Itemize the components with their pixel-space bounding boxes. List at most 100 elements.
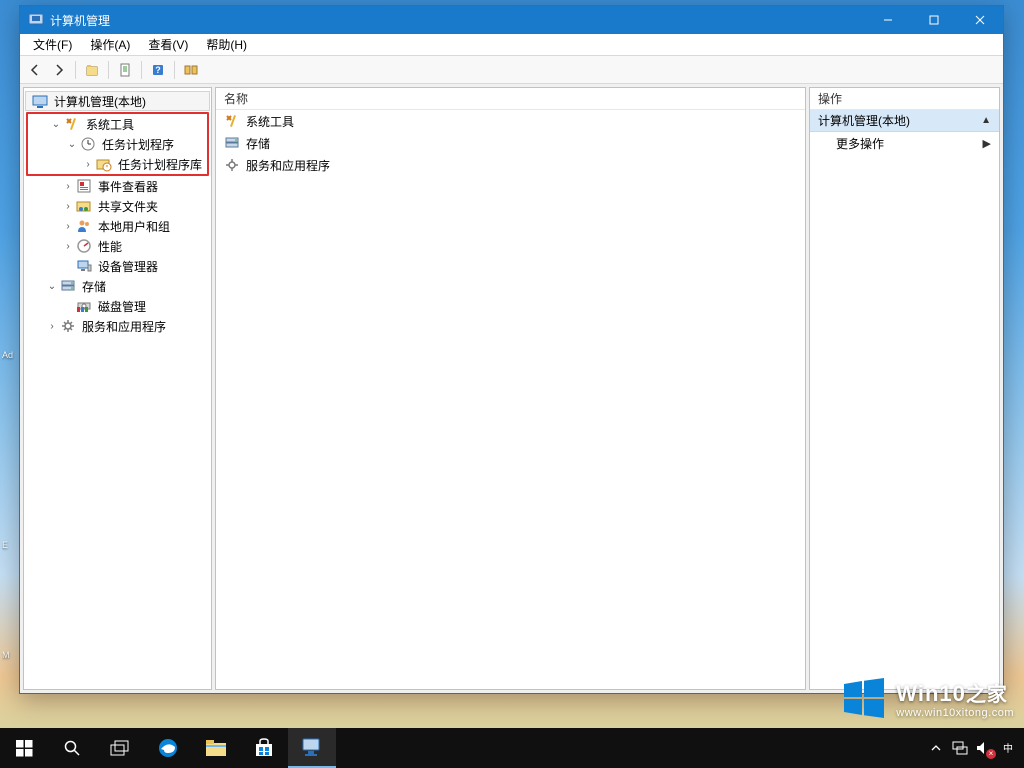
tree-label: 事件查看器	[96, 177, 160, 196]
toolbar-help-button[interactable]: ?	[147, 59, 169, 81]
tree-label: 任务计划程序	[100, 135, 176, 154]
users-icon	[76, 218, 92, 234]
toolbar-up-button[interactable]	[81, 59, 103, 81]
tree-local-users[interactable]: › 本地用户和组	[24, 216, 211, 236]
tree-root[interactable]: 计算机管理(本地)	[25, 91, 210, 111]
tree-event-viewer[interactable]: › 事件查看器	[24, 176, 211, 196]
details-pane[interactable]: 名称 系统工具 存储 服务和应用程序	[215, 87, 806, 690]
tray-chevron-up-icon[interactable]	[928, 740, 944, 756]
expand-icon[interactable]: ›	[82, 158, 94, 170]
list-item[interactable]: 服务和应用程序	[216, 154, 805, 176]
actions-section-header[interactable]: 计算机管理(本地) ▲	[810, 110, 999, 132]
taskbar-explorer[interactable]	[192, 728, 240, 768]
tree-disk-management[interactable]: › 磁盘管理	[24, 296, 211, 316]
menu-file[interactable]: 文件(F)	[24, 33, 81, 56]
expand-icon[interactable]: ›	[62, 180, 74, 192]
desktop-icon-partial[interactable]: Ad	[2, 350, 20, 394]
tree-shared-folders[interactable]: › 共享文件夹	[24, 196, 211, 216]
tree-performance[interactable]: › 性能	[24, 236, 211, 256]
list-item-label: 系统工具	[246, 113, 294, 130]
tree-task-scheduler[interactable]: ⌄ 任务计划程序	[28, 134, 207, 154]
task-view-button[interactable]	[96, 728, 144, 768]
svg-text:中: 中	[1003, 742, 1013, 755]
actions-header: 操作	[810, 88, 999, 110]
tree-device-manager[interactable]: › 设备管理器	[24, 256, 211, 276]
search-button[interactable]	[48, 728, 96, 768]
taskbar-store[interactable]	[240, 728, 288, 768]
maximize-button[interactable]	[911, 6, 957, 34]
tree-label: 任务计划程序库	[116, 155, 204, 174]
tree-pane[interactable]: 计算机管理(本地) ⌄ 系统工具 ⌄ 任务计划程序	[23, 87, 212, 690]
storage-icon	[224, 135, 240, 151]
toolbar-back-button[interactable]	[24, 59, 46, 81]
collapse-icon[interactable]: ⌄	[50, 118, 62, 130]
services-icon	[60, 318, 76, 334]
expand-icon[interactable]: ›	[62, 200, 74, 212]
services-icon	[224, 157, 240, 173]
toolbar-separator	[108, 61, 109, 79]
column-header-name[interactable]: 名称	[216, 88, 805, 110]
tree-storage[interactable]: ⌄ 存储	[24, 276, 211, 296]
tree-label: 服务和应用程序	[80, 317, 168, 336]
tray-ime-icon[interactable]: 中	[1000, 740, 1016, 756]
tree-label: 性能	[96, 237, 124, 256]
storage-icon	[60, 278, 76, 294]
tree-label: 磁盘管理	[96, 297, 148, 316]
taskbar-edge[interactable]	[144, 728, 192, 768]
toolbar-forward-button[interactable]	[48, 59, 70, 81]
system-tray[interactable]: × 中	[920, 740, 1024, 756]
menu-help[interactable]: 帮助(H)	[197, 33, 256, 56]
clock-icon	[80, 136, 96, 152]
tray-network-icon[interactable]	[952, 740, 968, 756]
taskbar-computer-management[interactable]	[288, 728, 336, 768]
tree-services-apps[interactable]: › 服务和应用程序	[24, 316, 211, 336]
collapse-up-icon[interactable]: ▲	[981, 115, 991, 126]
taskbar[interactable]: × 中	[0, 728, 1024, 768]
disk-icon	[76, 298, 92, 314]
expand-icon[interactable]: ›	[62, 220, 74, 232]
action-more-label: 更多操作	[836, 135, 884, 152]
desktop-icon-partial[interactable]: E	[2, 540, 20, 584]
tree-task-scheduler-library[interactable]: › 任务计划程序库	[28, 154, 207, 174]
toolbar-separator	[141, 61, 142, 79]
tools-icon	[64, 116, 80, 132]
window-title: 计算机管理	[50, 12, 110, 29]
minimize-button[interactable]	[865, 6, 911, 34]
toolbar-properties-button[interactable]	[114, 59, 136, 81]
tree-label: 共享文件夹	[96, 197, 160, 216]
desktop-icon-partial[interactable]: M	[2, 650, 20, 694]
start-button[interactable]	[0, 728, 48, 768]
tray-volume-icon[interactable]: ×	[976, 740, 992, 756]
tools-icon	[224, 113, 240, 129]
submenu-arrow-icon: ▶	[983, 137, 991, 150]
collapse-icon[interactable]: ⌄	[66, 138, 78, 150]
app-icon	[28, 12, 44, 28]
shared-folder-icon	[76, 198, 92, 214]
toolbar: ?	[20, 56, 1003, 84]
device-manager-icon	[76, 258, 92, 274]
watermark-url: www.win10xitong.com	[896, 707, 1014, 719]
list-item[interactable]: 存储	[216, 132, 805, 154]
toolbar-separator	[174, 61, 175, 79]
menu-action[interactable]: 操作(A)	[81, 33, 139, 56]
list-item[interactable]: 系统工具	[216, 110, 805, 132]
expand-icon[interactable]: ›	[62, 240, 74, 252]
close-button[interactable]	[957, 6, 1003, 34]
actions-section-label: 计算机管理(本地)	[818, 112, 910, 129]
titlebar[interactable]: 计算机管理	[20, 6, 1003, 34]
action-more[interactable]: 更多操作 ▶	[810, 132, 999, 154]
windows-logo-icon	[842, 676, 886, 720]
expand-icon[interactable]: ›	[46, 320, 58, 332]
highlight-box: ⌄ 系统工具 ⌄ 任务计划程序 › 任务计划程序库	[26, 112, 209, 176]
menubar: 文件(F) 操作(A) 查看(V) 帮助(H)	[20, 34, 1003, 56]
watermark-brand-zh: 之家	[966, 684, 1008, 706]
tree-root-label: 计算机管理(本地)	[52, 92, 148, 111]
collapse-icon[interactable]: ⌄	[46, 280, 58, 292]
folder-clock-icon	[96, 156, 112, 172]
computer-icon	[32, 93, 48, 109]
menu-view[interactable]: 查看(V)	[139, 33, 197, 56]
tree-system-tools[interactable]: ⌄ 系统工具	[28, 114, 207, 134]
toolbar-show-hide-button[interactable]	[180, 59, 202, 81]
content-panes: 计算机管理(本地) ⌄ 系统工具 ⌄ 任务计划程序	[20, 84, 1003, 693]
tree-label: 本地用户和组	[96, 217, 172, 236]
